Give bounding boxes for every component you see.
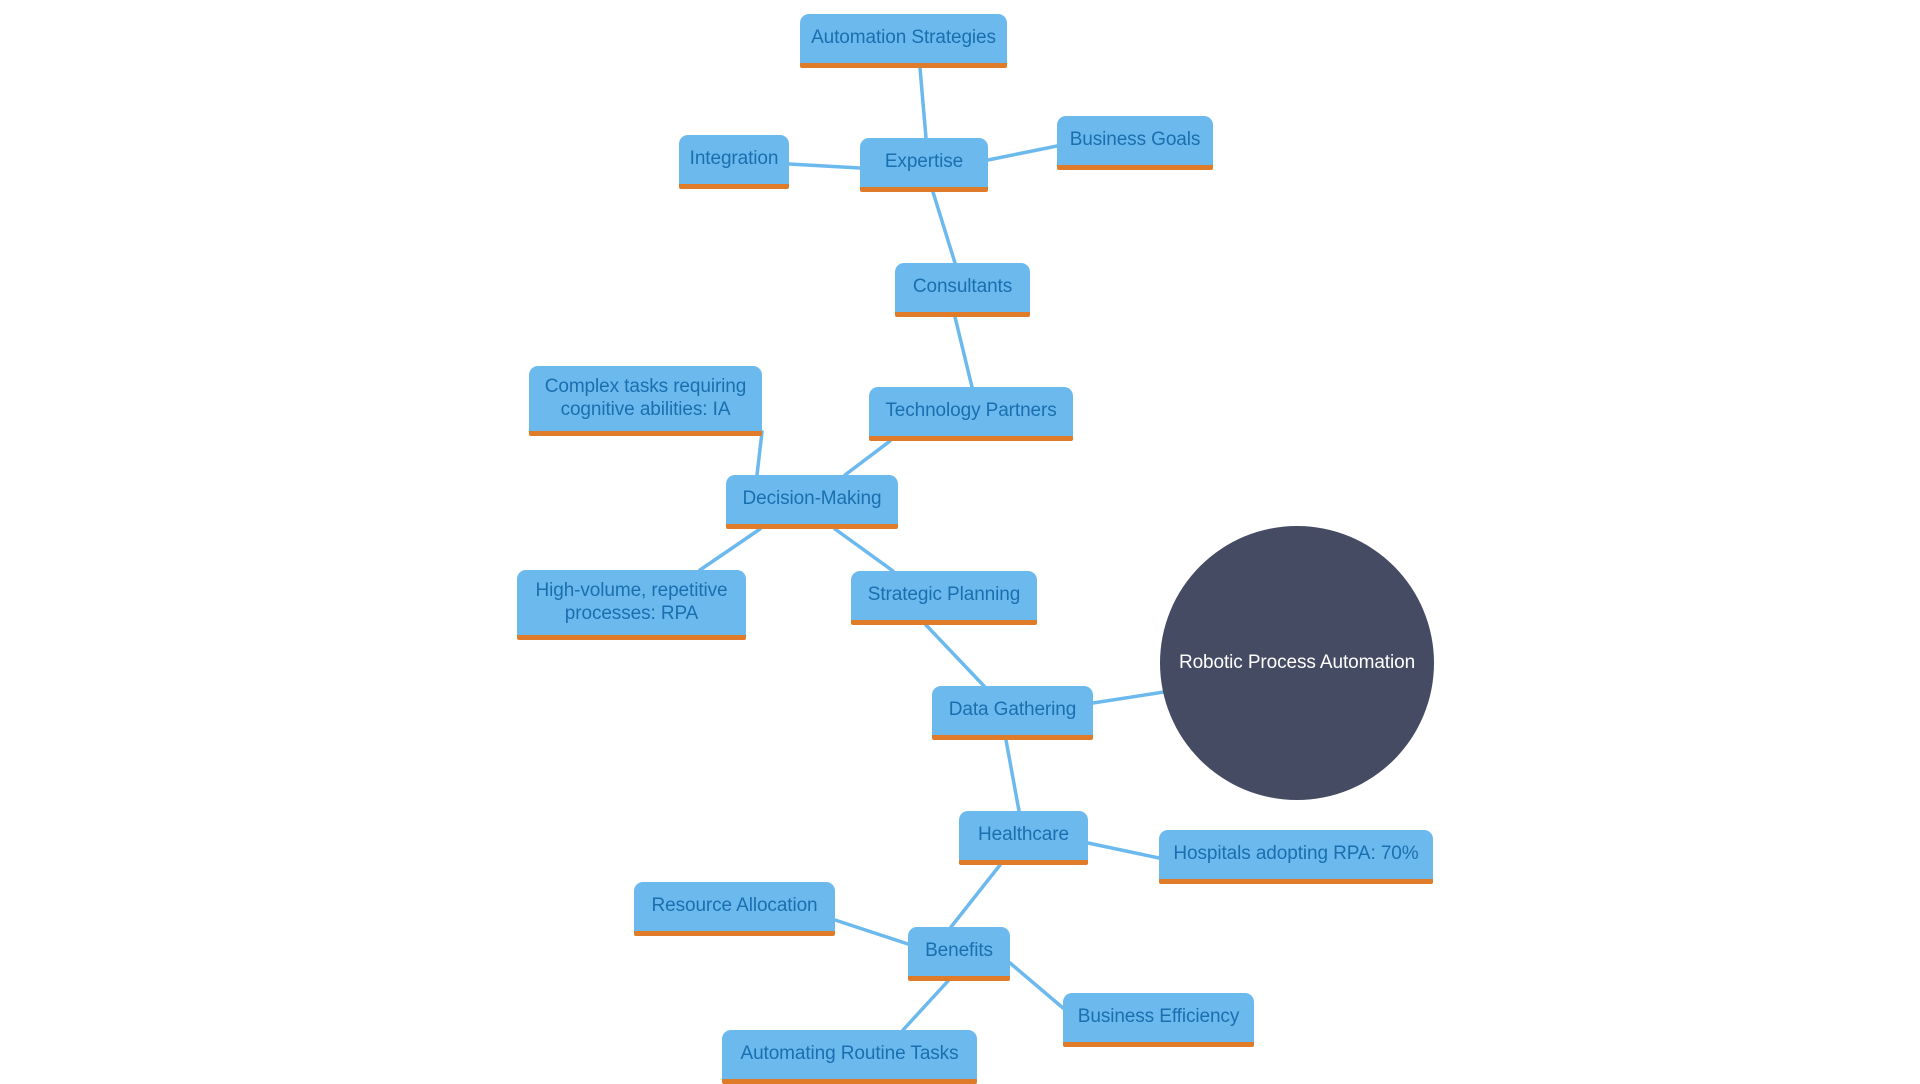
node-business-goals[interactable]: Business Goals: [1057, 116, 1213, 170]
node-label-healthcare: Healthcare: [978, 824, 1069, 846]
connector-consultants-to-technology-partners: [953, 315, 974, 389]
connector-data-gathering-to-root: [1091, 690, 1166, 705]
node-data-gathering[interactable]: Data Gathering: [932, 686, 1093, 740]
connector-automation-strategies-to-expertise: [918, 66, 928, 140]
node-resource-allocation[interactable]: Resource Allocation: [634, 882, 835, 936]
node-healthcare[interactable]: Healthcare: [959, 811, 1088, 865]
connector-decision-making-to-high-volume-rpa: [698, 527, 762, 572]
node-label-automating-routine-tasks: Automating Routine Tasks: [740, 1043, 959, 1065]
node-label-resource-allocation: Resource Allocation: [651, 895, 818, 917]
node-label-business-efficiency: Business Efficiency: [1077, 1006, 1240, 1028]
connector-technology-partners-to-decision-making: [843, 439, 892, 477]
root-node-robotic-process-automation[interactable]: Robotic Process Automation: [1160, 526, 1434, 800]
node-strategic-planning[interactable]: Strategic Planning: [851, 571, 1037, 625]
node-label-decision-making: Decision-Making: [742, 488, 882, 510]
node-label-consultants: Consultants: [912, 276, 1013, 298]
connector-decision-making-to-strategic-planning: [833, 527, 895, 573]
node-complex-tasks-ia[interactable]: Complex tasks requiring cognitive abilit…: [529, 366, 762, 436]
connector-benefits-to-automating-routine-tasks: [901, 979, 950, 1032]
connector-integration-to-expertise: [787, 162, 862, 170]
root-node-label: Robotic Process Automation: [1178, 652, 1416, 673]
node-benefits[interactable]: Benefits: [908, 927, 1010, 981]
connector-strategic-planning-to-data-gathering: [924, 623, 986, 688]
node-label-automation-strategies: Automation Strategies: [811, 27, 996, 49]
node-high-volume-rpa[interactable]: High-volume, repetitive processes: RPA: [517, 570, 746, 640]
node-technology-partners[interactable]: Technology Partners: [869, 387, 1073, 441]
node-label-expertise: Expertise: [884, 151, 964, 173]
node-label-technology-partners: Technology Partners: [885, 400, 1057, 422]
node-consultants[interactable]: Consultants: [895, 263, 1030, 317]
node-label-strategic-planning: Strategic Planning: [867, 584, 1021, 606]
node-decision-making[interactable]: Decision-Making: [726, 475, 898, 529]
connector-expertise-to-consultants: [931, 190, 957, 265]
connector-expertise-to-business-goals: [986, 144, 1059, 162]
connector-healthcare-to-hospitals-rpa-70: [1086, 841, 1161, 860]
node-business-efficiency[interactable]: Business Efficiency: [1063, 993, 1254, 1047]
connector-benefits-to-business-efficiency: [1008, 961, 1065, 1010]
node-label-business-goals: Business Goals: [1069, 129, 1201, 151]
node-automation-strategies[interactable]: Automation Strategies: [800, 14, 1007, 68]
connector-complex-tasks-ia-to-decision-making: [755, 430, 764, 477]
node-integration[interactable]: Integration: [679, 135, 789, 189]
connector-resource-allocation-to-benefits: [833, 918, 910, 946]
node-label-benefits: Benefits: [925, 940, 993, 962]
node-label-integration: Integration: [689, 148, 779, 170]
node-label-hospitals-rpa-70: Hospitals adopting RPA: 70%: [1173, 843, 1419, 865]
node-expertise[interactable]: Expertise: [860, 138, 988, 192]
node-label-high-volume-rpa: High-volume, repetitive processes: RPA: [535, 580, 728, 624]
connector-data-gathering-to-healthcare: [1004, 738, 1021, 813]
node-automating-routine-tasks[interactable]: Automating Routine Tasks: [722, 1030, 977, 1084]
connector-healthcare-to-benefits: [949, 863, 1002, 929]
node-label-data-gathering: Data Gathering: [948, 699, 1077, 721]
node-hospitals-rpa-70[interactable]: Hospitals adopting RPA: 70%: [1159, 830, 1433, 884]
node-label-complex-tasks-ia: Complex tasks requiring cognitive abilit…: [544, 376, 747, 420]
mind-map-canvas: Automation Strategies Business Goals Integ…: [0, 0, 1920, 1084]
